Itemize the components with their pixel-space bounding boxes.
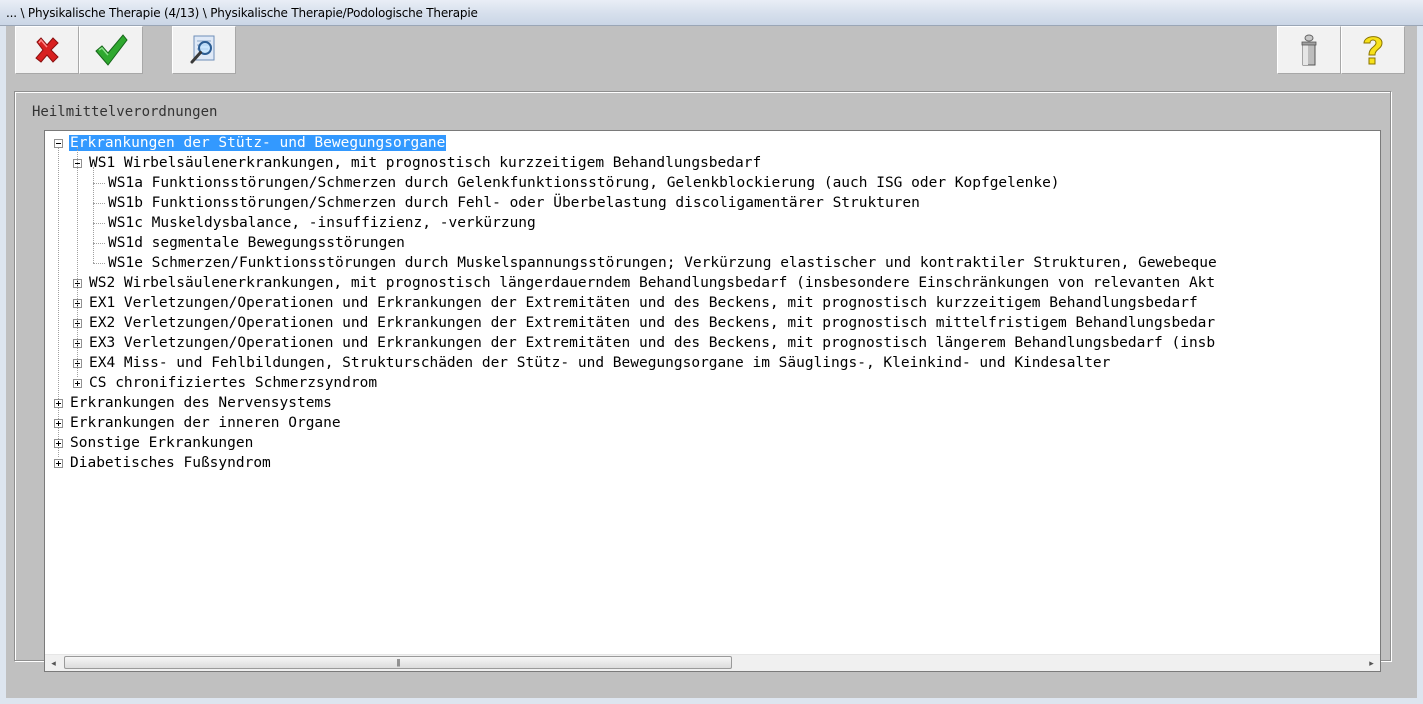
confirm-button[interactable]	[79, 26, 143, 74]
horizontal-scrollbar[interactable]: ◂ ||| ▸	[45, 654, 1380, 671]
tree-item-label: Erkrankungen der Stütz- und Bewegungsorg…	[69, 135, 447, 151]
tree-item-label: WS1c Muskeldysbalance, -insuffizienz, -v…	[108, 215, 536, 231]
tree-item[interactable]: Erkrankungen des Nervensystems	[69, 393, 333, 413]
tree-item-label: EX1 Verletzungen/Operationen und Erkrank…	[89, 295, 1198, 311]
expand-plus-icon[interactable]	[73, 379, 82, 388]
expand-plus-icon[interactable]	[54, 459, 63, 468]
title-bar: ... \ Physikalische Therapie (4/13) \ Ph…	[0, 0, 1423, 26]
tree-item[interactable]: EX4 Miss- und Fehlbildungen, Struktursch…	[88, 353, 1111, 373]
tree-connector-line	[93, 167, 95, 263]
red-x-icon	[35, 37, 59, 63]
tree-item-label: Sonstige Erkrankungen	[70, 435, 254, 451]
expand-plus-icon[interactable]	[54, 399, 63, 408]
tree-item-label: WS1 Wirbelsäulenerkrankungen, mit progno…	[89, 155, 762, 171]
window-frame-right	[1417, 26, 1423, 704]
tree-item[interactable]: Sonstige Erkrankungen	[69, 433, 254, 453]
scroll-thumb[interactable]: |||	[64, 656, 732, 669]
tree-item-label: WS2 Wirbelsäulenerkrankungen, mit progno…	[89, 275, 1216, 291]
tree-rows: Erkrankungen der Stütz- und Bewegungsorg…	[45, 133, 1380, 653]
expand-plus-icon[interactable]	[54, 439, 63, 448]
tree-item-label: EX2 Verletzungen/Operationen und Erkrank…	[89, 315, 1216, 331]
yellow-question-icon	[1363, 36, 1383, 65]
tree-item-label: Erkrankungen der inneren Organe	[70, 415, 341, 431]
tree-item-label: WS1e Schmerzen/Funktionsstörungen durch …	[108, 255, 1217, 271]
tree-item[interactable]: EX2 Verletzungen/Operationen und Erkrank…	[88, 313, 1216, 333]
tree-item-label: WS1b Funktionsstörungen/Schmerzen durch …	[108, 195, 920, 211]
collapse-minus-icon[interactable]	[54, 139, 63, 148]
window-title: ... \ Physikalische Therapie (4/13) \ Ph…	[6, 6, 478, 20]
tree-item[interactable]: CS chronifiziertes Schmerzsyndrom	[88, 373, 378, 393]
tree-item[interactable]: WS1d segmentale Bewegungsstörungen	[107, 233, 406, 253]
window-frame-bottom	[0, 698, 1423, 704]
diagnosis-tree[interactable]: Erkrankungen der Stütz- und Bewegungsorg…	[44, 130, 1381, 672]
tree-connector-line	[77, 147, 79, 377]
info-button[interactable]	[1277, 26, 1341, 74]
tree-item[interactable]: Erkrankungen der inneren Organe	[69, 413, 342, 433]
search-button[interactable]	[172, 26, 236, 74]
scroll-left-arrow[interactable]: ◂	[45, 655, 62, 671]
info-pillar-icon	[1301, 34, 1317, 66]
document-magnifier-icon	[190, 35, 215, 64]
groupbox-label: Heilmittelverordnungen	[28, 104, 222, 120]
tree-item[interactable]: EX3 Verletzungen/Operationen und Erkrank…	[88, 333, 1216, 353]
tree-item-label: CS chronifiziertes Schmerzsyndrom	[89, 375, 378, 391]
expand-plus-icon[interactable]	[54, 419, 63, 428]
tree-item-label: EX4 Miss- und Fehlbildungen, Struktursch…	[89, 355, 1111, 371]
tree-connector-line	[58, 147, 60, 457]
tree-item-label: EX3 Verletzungen/Operationen und Erkrank…	[89, 335, 1216, 351]
tree-connector-line	[93, 263, 105, 265]
tree-item[interactable]: EX1 Verletzungen/Operationen und Erkrank…	[88, 293, 1199, 313]
green-checkmark-icon	[95, 34, 128, 66]
window-frame-left	[0, 26, 6, 704]
tree-item[interactable]: Erkrankungen der Stütz- und Bewegungsorg…	[69, 133, 447, 153]
tree-item[interactable]: WS1c Muskeldysbalance, -insuffizienz, -v…	[107, 213, 537, 233]
tree-item-label: Erkrankungen des Nervensystems	[70, 395, 332, 411]
tree-item-label: Diabetisches Fußsyndrom	[70, 455, 271, 471]
cancel-button[interactable]	[15, 26, 79, 74]
tree-item[interactable]: Diabetisches Fußsyndrom	[69, 453, 272, 473]
scroll-right-arrow[interactable]: ▸	[1363, 655, 1380, 671]
tree-item[interactable]: WS1b Funktionsstörungen/Schmerzen durch …	[107, 193, 921, 213]
tree-item[interactable]: WS1 Wirbelsäulenerkrankungen, mit progno…	[88, 153, 762, 173]
help-button[interactable]	[1341, 26, 1405, 74]
tree-item-label: WS1a Funktionsstörungen/Schmerzen durch …	[108, 175, 1060, 191]
tree-item[interactable]: WS1e Schmerzen/Funktionsstörungen durch …	[107, 253, 1218, 273]
tree-item[interactable]: WS2 Wirbelsäulenerkrankungen, mit progno…	[88, 273, 1216, 293]
tree-item-label: WS1d segmentale Bewegungsstörungen	[108, 235, 405, 251]
tree-item[interactable]: WS1a Funktionsstörungen/Schmerzen durch …	[107, 173, 1061, 193]
